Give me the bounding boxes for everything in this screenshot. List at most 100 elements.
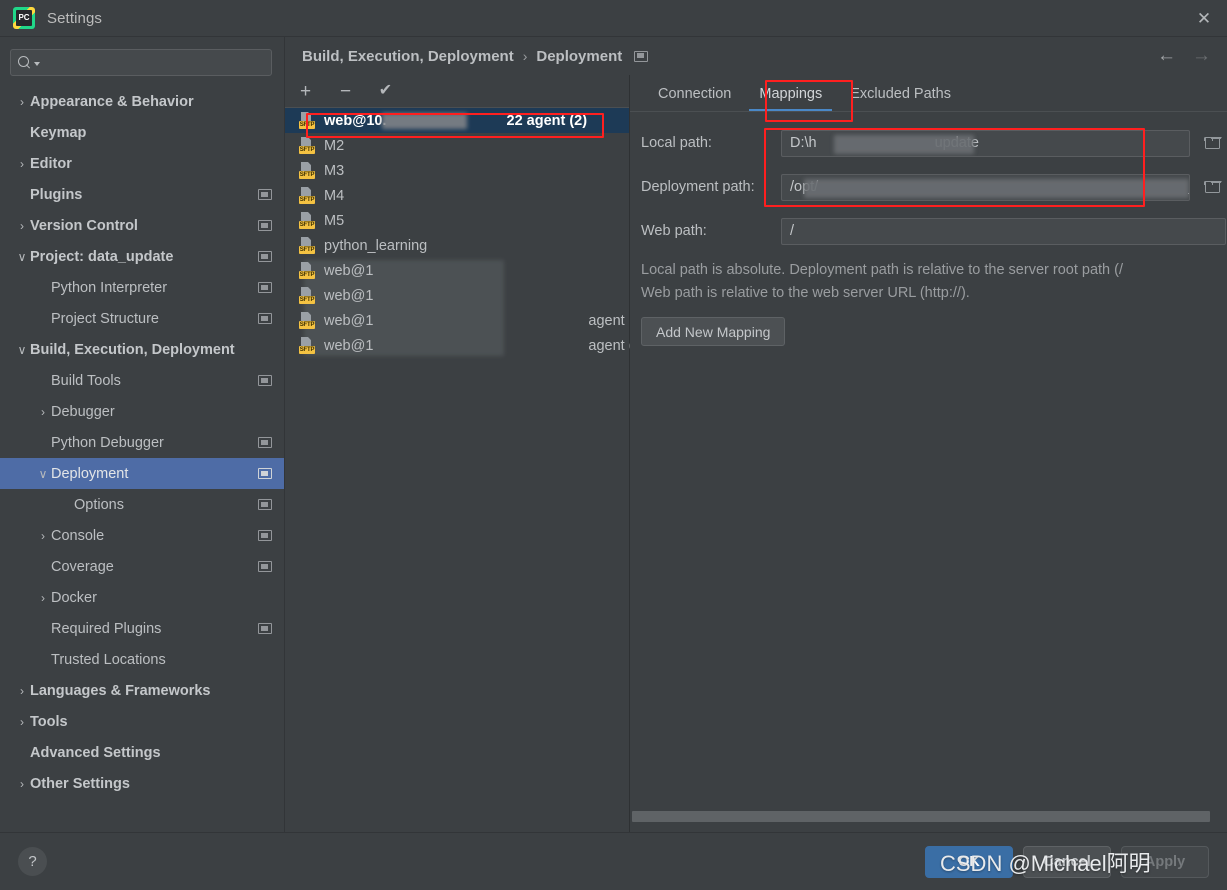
chevron-right-icon[interactable]: › bbox=[14, 220, 30, 232]
chevron-right-icon[interactable]: › bbox=[14, 716, 30, 728]
add-server-button[interactable]: + bbox=[296, 82, 315, 101]
tab-mappings[interactable]: Mappings bbox=[745, 86, 836, 112]
set-default-server-button[interactable]: ✔ bbox=[376, 83, 395, 99]
ok-button[interactable]: OK bbox=[925, 846, 1013, 878]
sidebar-item-label: Docker bbox=[51, 589, 97, 606]
chevron-down-icon[interactable]: ∨ bbox=[35, 468, 51, 480]
chevron-right-icon[interactable]: › bbox=[14, 96, 30, 108]
chevron-right-icon[interactable]: › bbox=[35, 592, 51, 604]
sidebar-item-python-interpreter[interactable]: Python Interpreter bbox=[0, 272, 284, 303]
field-input[interactable]: D:\h update bbox=[781, 129, 1190, 157]
add-new-mapping-button[interactable]: Add New Mapping bbox=[641, 317, 786, 346]
server-name: web@1 bbox=[324, 262, 374, 279]
sidebar-item-label: Editor bbox=[30, 155, 72, 172]
footer-buttons: OK Cancel Apply bbox=[925, 846, 1209, 878]
server-list-item[interactable]: SFTP M4 bbox=[285, 183, 629, 208]
settings-sync-badge-icon bbox=[258, 251, 272, 262]
field-input[interactable]: / bbox=[781, 217, 1226, 245]
server-list-item[interactable]: SFTP web@1 agent bbox=[285, 308, 629, 333]
sidebar-item-version-control[interactable]: › Version Control bbox=[0, 210, 284, 241]
sidebar-item-label: Project Structure bbox=[51, 310, 159, 327]
server-list: SFTP web@10. 22 agent (2) SFTP M2 SFTP M3 SFTP M… bbox=[285, 108, 646, 358]
server-list-item[interactable]: SFTP web@1 agent (1) bbox=[285, 333, 646, 358]
dialog-body: › Appearance & Behavior Keymap › Editor Plugi… bbox=[0, 37, 1227, 832]
sftp-server-icon: SFTP bbox=[299, 212, 316, 229]
sidebar-item-project-data-update[interactable]: ∨ Project: data_update bbox=[0, 241, 284, 272]
folder-browse-button[interactable] bbox=[1197, 130, 1227, 157]
server-list-item[interactable]: SFTP web@10. 22 agent (2) bbox=[285, 108, 629, 133]
field-label: Web path: bbox=[641, 223, 707, 239]
breadcrumb-separator: › bbox=[522, 48, 528, 64]
sidebar-item-tools[interactable]: › Tools bbox=[0, 706, 284, 737]
chevron-right-icon[interactable]: › bbox=[35, 406, 51, 418]
server-list-item[interactable]: SFTP M2 bbox=[285, 133, 629, 158]
folder-browse-button[interactable] bbox=[1197, 174, 1227, 201]
chevron-down-icon[interactable]: ∨ bbox=[14, 251, 30, 263]
sidebar-item-deployment[interactable]: ∨ Deployment bbox=[0, 458, 284, 489]
sftp-badge-label: SFTP bbox=[299, 321, 315, 329]
sidebar-item-editor[interactable]: › Editor bbox=[0, 148, 284, 179]
field-input[interactable]: /opt/ _update bbox=[781, 173, 1190, 201]
horizontal-scrollbar[interactable] bbox=[630, 810, 1227, 822]
form-row: Web path: / bbox=[641, 216, 1227, 246]
sidebar-item-label: Python Interpreter bbox=[51, 279, 168, 296]
sidebar-item-console[interactable]: › Console bbox=[0, 520, 284, 551]
sidebar-item-label: Python Debugger bbox=[51, 434, 164, 451]
folder-browse-icon bbox=[1204, 180, 1220, 193]
sidebar-item-project-structure[interactable]: Project Structure bbox=[0, 303, 284, 334]
settings-tree: › Appearance & Behavior Keymap › Editor Plugi… bbox=[0, 86, 284, 799]
breadcrumb-parent[interactable]: Build, Execution, Deployment bbox=[302, 48, 514, 65]
sidebar-item-required-plugins[interactable]: Required Plugins bbox=[0, 613, 284, 644]
server-list-item[interactable]: SFTP M3 bbox=[285, 158, 629, 183]
help-icon[interactable]: ? bbox=[18, 847, 47, 876]
chevron-right-icon[interactable]: › bbox=[14, 158, 30, 170]
sidebar-item-appearance-behavior[interactable]: › Appearance & Behavior bbox=[0, 86, 284, 117]
sidebar-item-plugins[interactable]: Plugins bbox=[0, 179, 284, 210]
server-list-item[interactable]: SFTP M5 bbox=[285, 208, 629, 233]
sidebar-item-build-execution-deployment[interactable]: ∨ Build, Execution, Deployment bbox=[0, 334, 284, 365]
chevron-right-icon[interactable]: › bbox=[35, 530, 51, 542]
server-list-item[interactable]: SFTP web@1 bbox=[285, 258, 629, 283]
sidebar-item-trusted-locations[interactable]: Trusted Locations bbox=[0, 644, 284, 675]
cancel-button[interactable]: Cancel bbox=[1023, 846, 1111, 878]
sidebar-item-build-tools[interactable]: Build Tools bbox=[0, 365, 284, 396]
sidebar-item-languages-frameworks[interactable]: › Languages & Frameworks bbox=[0, 675, 284, 706]
sidebar-item-python-debugger[interactable]: Python Debugger bbox=[0, 427, 284, 458]
search-area bbox=[0, 37, 284, 76]
server-name: M3 bbox=[324, 162, 345, 179]
chevron-right-icon[interactable]: › bbox=[14, 778, 30, 790]
server-name: M4 bbox=[324, 187, 345, 204]
sidebar-item-debugger[interactable]: › Debugger bbox=[0, 396, 284, 427]
sidebar-item-label: Build Tools bbox=[51, 372, 121, 389]
tab-excluded-paths[interactable]: Excluded Paths bbox=[836, 86, 965, 112]
sidebar-item-keymap[interactable]: Keymap bbox=[0, 117, 284, 148]
sftp-badge-label: SFTP bbox=[299, 296, 315, 304]
settings-sync-badge-icon bbox=[258, 623, 272, 634]
settings-sync-badge-icon bbox=[258, 220, 272, 231]
chevron-down-icon[interactable]: ∨ bbox=[14, 344, 30, 356]
sidebar-item-docker[interactable]: › Docker bbox=[0, 582, 284, 613]
search-input[interactable] bbox=[40, 54, 264, 71]
server-name: python_learning bbox=[324, 237, 428, 254]
server-list-item[interactable]: SFTP python_learning bbox=[285, 233, 629, 258]
chevron-right-icon[interactable]: › bbox=[14, 685, 30, 697]
sidebar-item-options[interactable]: Options bbox=[0, 489, 284, 520]
server-name: web@10. bbox=[324, 112, 387, 129]
sidebar-item-coverage[interactable]: Coverage bbox=[0, 551, 284, 582]
back-arrow-icon[interactable]: ← bbox=[1157, 46, 1176, 65]
remove-server-button[interactable]: − bbox=[336, 82, 355, 101]
forward-arrow-icon[interactable]: → bbox=[1192, 46, 1211, 65]
horizontal-scrollbar-thumb[interactable] bbox=[632, 811, 1210, 822]
server-name: web@1 bbox=[324, 287, 374, 304]
close-icon[interactable]: ✕ bbox=[1181, 0, 1227, 37]
search-box[interactable] bbox=[10, 49, 272, 76]
settings-sidebar: › Appearance & Behavior Keymap › Editor Plugi… bbox=[0, 37, 285, 832]
sidebar-item-other-settings[interactable]: › Other Settings bbox=[0, 768, 284, 799]
server-list-item[interactable]: SFTP web@1 bbox=[285, 283, 629, 308]
sftp-server-icon: SFTP bbox=[299, 287, 316, 304]
tab-connection[interactable]: Connection bbox=[644, 86, 745, 112]
sidebar-item-label: Required Plugins bbox=[51, 620, 162, 637]
sidebar-item-advanced-settings[interactable]: Advanced Settings bbox=[0, 737, 284, 768]
settings-dialog: PC Settings ✕ › Appearance & Behavior Keym… bbox=[0, 0, 1227, 890]
settings-tabs: Connection Mappings Excluded Paths bbox=[630, 75, 1227, 112]
